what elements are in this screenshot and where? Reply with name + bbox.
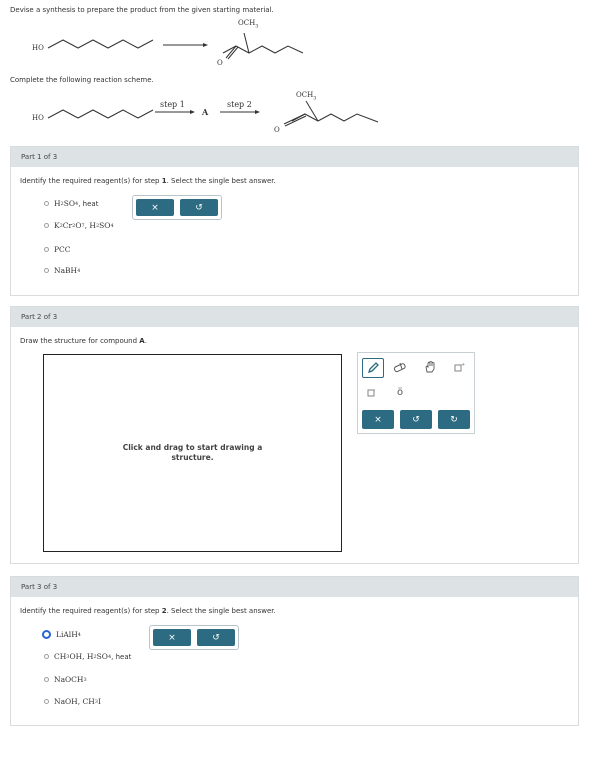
charge-icon: -	[367, 387, 376, 397]
part2-header: Part 2 of 3	[11, 307, 578, 327]
product-carbonyl-bond	[225, 45, 237, 59]
radio-button[interactable]	[44, 677, 49, 682]
scheme-product-methoxy-label: OCH3	[296, 91, 317, 102]
complete-scheme-label: Complete the following reaction scheme.	[10, 76, 154, 84]
scheme-start-chain	[47, 109, 154, 119]
scheme-start-oh-label: HO	[32, 114, 44, 122]
product-methoxy-bond	[243, 32, 250, 54]
part1-clear-button[interactable]: ×	[136, 199, 174, 216]
drawing-toolbox: + - ö × ↺ ↻	[357, 352, 475, 434]
eraser-tool[interactable]	[390, 358, 410, 376]
part1-prompt: Identify the required reagent(s) for ste…	[20, 177, 276, 185]
drawing-clear-button[interactable]: ×	[362, 410, 394, 429]
radio-button[interactable]	[44, 699, 49, 704]
reaction-arrow-top	[163, 43, 208, 47]
step2-arrow	[220, 110, 260, 114]
drawing-canvas[interactable]: Click and drag to start drawing a structu…	[43, 354, 342, 552]
drawing-undo-button[interactable]: ↺	[400, 410, 432, 429]
radio-button-selected[interactable]	[42, 630, 51, 639]
part3-button-group: × ↺	[149, 625, 239, 650]
part3-prompt: Identify the required reagent(s) for ste…	[20, 607, 276, 615]
product-carbonyl-o-label: O	[217, 59, 223, 67]
part3-undo-button[interactable]: ↺	[197, 629, 235, 646]
intermediate-a-label: A	[202, 107, 209, 117]
pencil-tool[interactable]	[362, 358, 384, 378]
part2-prompt: Draw the structure for compound A.	[20, 337, 147, 345]
product-methoxy-label: OCH3	[238, 19, 259, 30]
part1-option-nabh4[interactable]: NaBH 4	[44, 266, 80, 275]
question-intro: Devise a synthesis to prepare the produc…	[10, 6, 274, 14]
part3-option-naoh-ch3i[interactable]: NaOH, CH 3 I	[44, 697, 101, 706]
template-icon: +	[454, 362, 465, 372]
scheme-product-o-label: O	[274, 126, 280, 134]
radio-button[interactable]	[44, 654, 49, 659]
svg-text:+: +	[461, 362, 465, 368]
hand-tool[interactable]	[420, 358, 440, 376]
part3-clear-button[interactable]: ×	[153, 629, 191, 646]
part3-option-ch3oh-h2so4-heat[interactable]: CH 3 OH, H 2 SO 4, heat	[44, 652, 131, 661]
part3-option-lialh4[interactable]: LiAlH 4	[42, 630, 81, 639]
start-material-oh-label: HO	[32, 44, 44, 52]
svg-text:-: -	[374, 387, 376, 393]
part1-undo-button[interactable]: ↺	[180, 199, 218, 216]
part1-button-group: × ↺	[132, 195, 222, 220]
radio-button[interactable]	[44, 201, 49, 206]
step2-label: step 2	[227, 100, 252, 109]
radio-button[interactable]	[44, 247, 49, 252]
charge-tool[interactable]: -	[362, 383, 382, 401]
part1-option-k2cr2o7-h2so4[interactable]: K 2 Cr 2 O 7, H 2 SO 4	[44, 221, 114, 230]
hand-icon	[425, 360, 435, 373]
canvas-hint: Click and drag to start drawing a structu…	[122, 443, 263, 462]
scheme-product-chain	[291, 113, 379, 123]
radio-button[interactable]	[44, 268, 49, 273]
start-material-chain	[47, 39, 154, 49]
radio-button[interactable]	[44, 223, 49, 228]
pencil-icon	[367, 362, 379, 374]
step1-arrow	[155, 110, 195, 114]
part3-header: Part 3 of 3	[11, 577, 578, 597]
eraser-icon	[393, 362, 406, 373]
part1-header: Part 1 of 3	[11, 147, 578, 167]
product-chain	[222, 45, 304, 54]
step1-label: step 1	[160, 100, 185, 109]
part1-option-h2so4-heat[interactable]: H 2 SO 4, heat	[44, 199, 98, 208]
part1-option-pcc[interactable]: PCC	[44, 245, 71, 254]
part3-option-naoch3[interactable]: NaOCH 3	[44, 675, 87, 684]
drawing-redo-button[interactable]: ↻	[438, 410, 470, 429]
template-tool[interactable]: +	[449, 358, 469, 376]
lone-pair-tool[interactable]: ö	[390, 383, 410, 401]
